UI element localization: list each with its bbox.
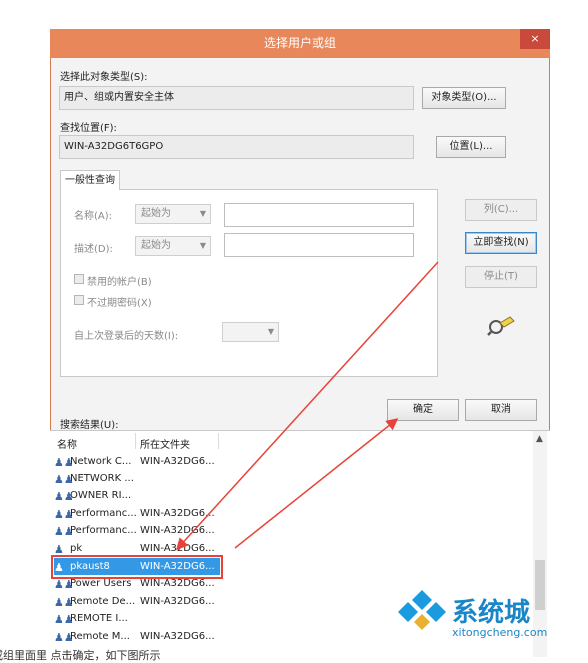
caption-text: 或组里面里 点击确定，如下图所示	[0, 649, 161, 662]
watermark-brand: 系统城	[452, 598, 531, 628]
arrow-to-ok-button	[234, 418, 399, 549]
watermark-url: xitongcheng.com	[452, 626, 548, 639]
annotation-arrows	[175, 261, 439, 551]
watermark-logo-icon	[396, 588, 448, 632]
arrow-to-selected-user	[175, 261, 439, 551]
